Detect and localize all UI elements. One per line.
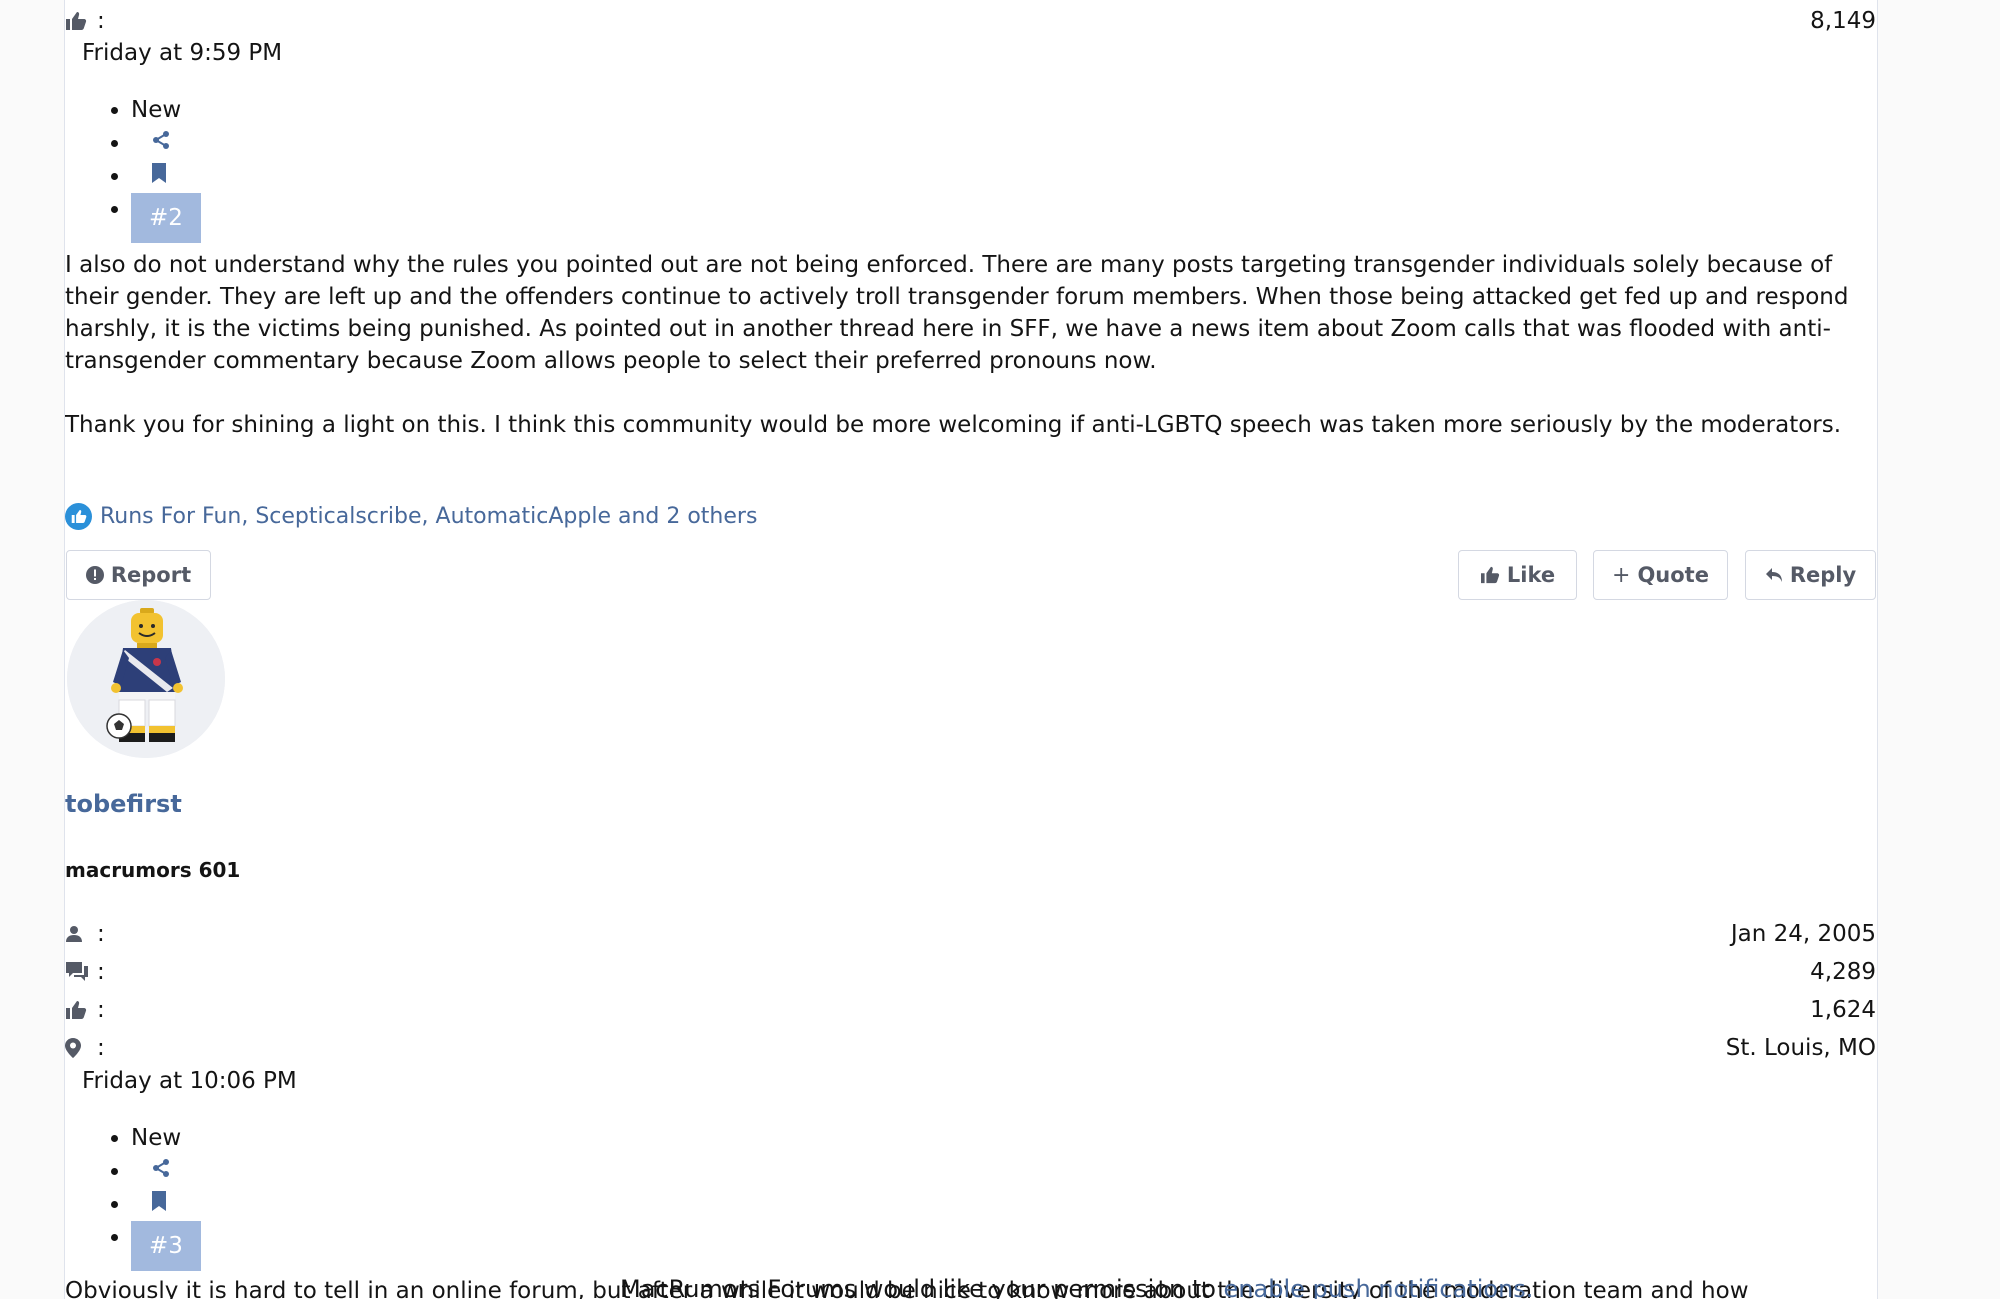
thread-page: : 8,149 Friday at 9:59 PM New #2 I also … <box>64 0 1878 1299</box>
bookmark-item[interactable] <box>131 1188 201 1221</box>
lego-figure-avatar-image <box>67 600 225 758</box>
user-avatar[interactable] <box>67 600 225 758</box>
push-notification-banner: MacRumors Forums would like your permiss… <box>620 1273 1533 1299</box>
push-banner-text: MacRumors Forums would like your permiss… <box>620 1275 1224 1299</box>
new-label: New <box>131 1122 201 1155</box>
post-date[interactable]: Friday at 10:06 PM <box>82 1068 297 1094</box>
reply-button[interactable]: Reply <box>1745 550 1876 600</box>
alert-icon <box>85 566 104 584</box>
user-likes-value: 8,149 <box>1810 8 1876 34</box>
stat-value: 1,624 <box>1810 997 1876 1023</box>
share-icon[interactable] <box>151 130 171 150</box>
messages-icon <box>65 953 89 991</box>
user-stat-location: : St. Louis, MO <box>65 1029 1877 1067</box>
reactions-list-link[interactable]: Runs For Fun, Scepticalscribe, Automatic… <box>100 504 757 529</box>
user-title: macrumors 601 <box>65 858 241 882</box>
quote-label: Quote <box>1637 563 1709 587</box>
quote-button[interactable]: + Quote <box>1593 550 1728 600</box>
post-date[interactable]: Friday at 9:59 PM <box>82 40 282 66</box>
reactions-bar[interactable]: Runs For Fun, Scepticalscribe, Automatic… <box>65 503 757 530</box>
new-label-text: New <box>131 1125 182 1151</box>
username-link[interactable]: tobefirst <box>65 790 182 818</box>
thumbs-up-icon <box>65 2 89 40</box>
post-actions-list: New #2 <box>65 94 201 243</box>
report-button[interactable]: Report <box>66 550 211 600</box>
share-icon[interactable] <box>151 1158 171 1178</box>
user-stat-reactions: : 1,624 <box>65 991 1877 1029</box>
share-item[interactable] <box>131 127 201 160</box>
bookmark-icon[interactable] <box>151 1191 167 1211</box>
user-stat-likes: : 8,149 <box>65 2 1877 40</box>
reply-arrow-icon <box>1765 567 1783 583</box>
bookmark-item[interactable] <box>131 160 201 193</box>
stat-colon: : <box>97 959 105 985</box>
like-button[interactable]: Like <box>1458 550 1577 600</box>
post-number-item[interactable]: #3 <box>131 1221 201 1271</box>
post-actions-list: New #3 <box>65 1122 201 1271</box>
report-label: Report <box>110 563 192 587</box>
location-pin-icon <box>65 1029 89 1067</box>
enable-push-link[interactable]: enable push notifications. <box>1224 1275 1534 1299</box>
stat-colon: : <box>97 1035 105 1061</box>
thumbs-up-icon <box>65 991 89 1029</box>
new-label: New <box>131 94 201 127</box>
post-paragraph: Thank you for shining a light on this. I… <box>65 412 1842 438</box>
user-icon <box>65 915 89 953</box>
stat-value: St. Louis, MO <box>1725 1035 1876 1061</box>
stat-colon: : <box>97 921 105 947</box>
stat-colon: : <box>97 8 105 34</box>
reply-label: Reply <box>1789 563 1857 587</box>
post-number-link[interactable]: #3 <box>131 1221 201 1271</box>
bookmark-icon[interactable] <box>151 163 167 183</box>
post-number-item[interactable]: #2 <box>131 193 201 243</box>
stat-value: 4,289 <box>1810 959 1876 985</box>
post-number-link[interactable]: #2 <box>131 193 201 243</box>
stat-colon: : <box>97 997 105 1023</box>
plus-icon: + <box>1612 562 1631 588</box>
new-label-text: New <box>131 97 182 123</box>
thumbs-up-icon <box>1480 566 1500 584</box>
stat-value: Jan 24, 2005 <box>1730 921 1876 947</box>
like-label: Like <box>1506 563 1556 587</box>
post-paragraph: I also do not understand why the rules y… <box>65 252 1849 374</box>
like-reaction-icon <box>65 503 92 530</box>
share-item[interactable] <box>131 1155 201 1188</box>
user-stat-joined: : Jan 24, 2005 <box>65 915 1877 953</box>
post-body: I also do not understand why the rules y… <box>65 249 1877 473</box>
user-stat-messages: : 4,289 <box>65 953 1877 991</box>
user-stats: : Jan 24, 2005 : 4,289 : 1,624 : St. Lou… <box>65 915 1877 1067</box>
